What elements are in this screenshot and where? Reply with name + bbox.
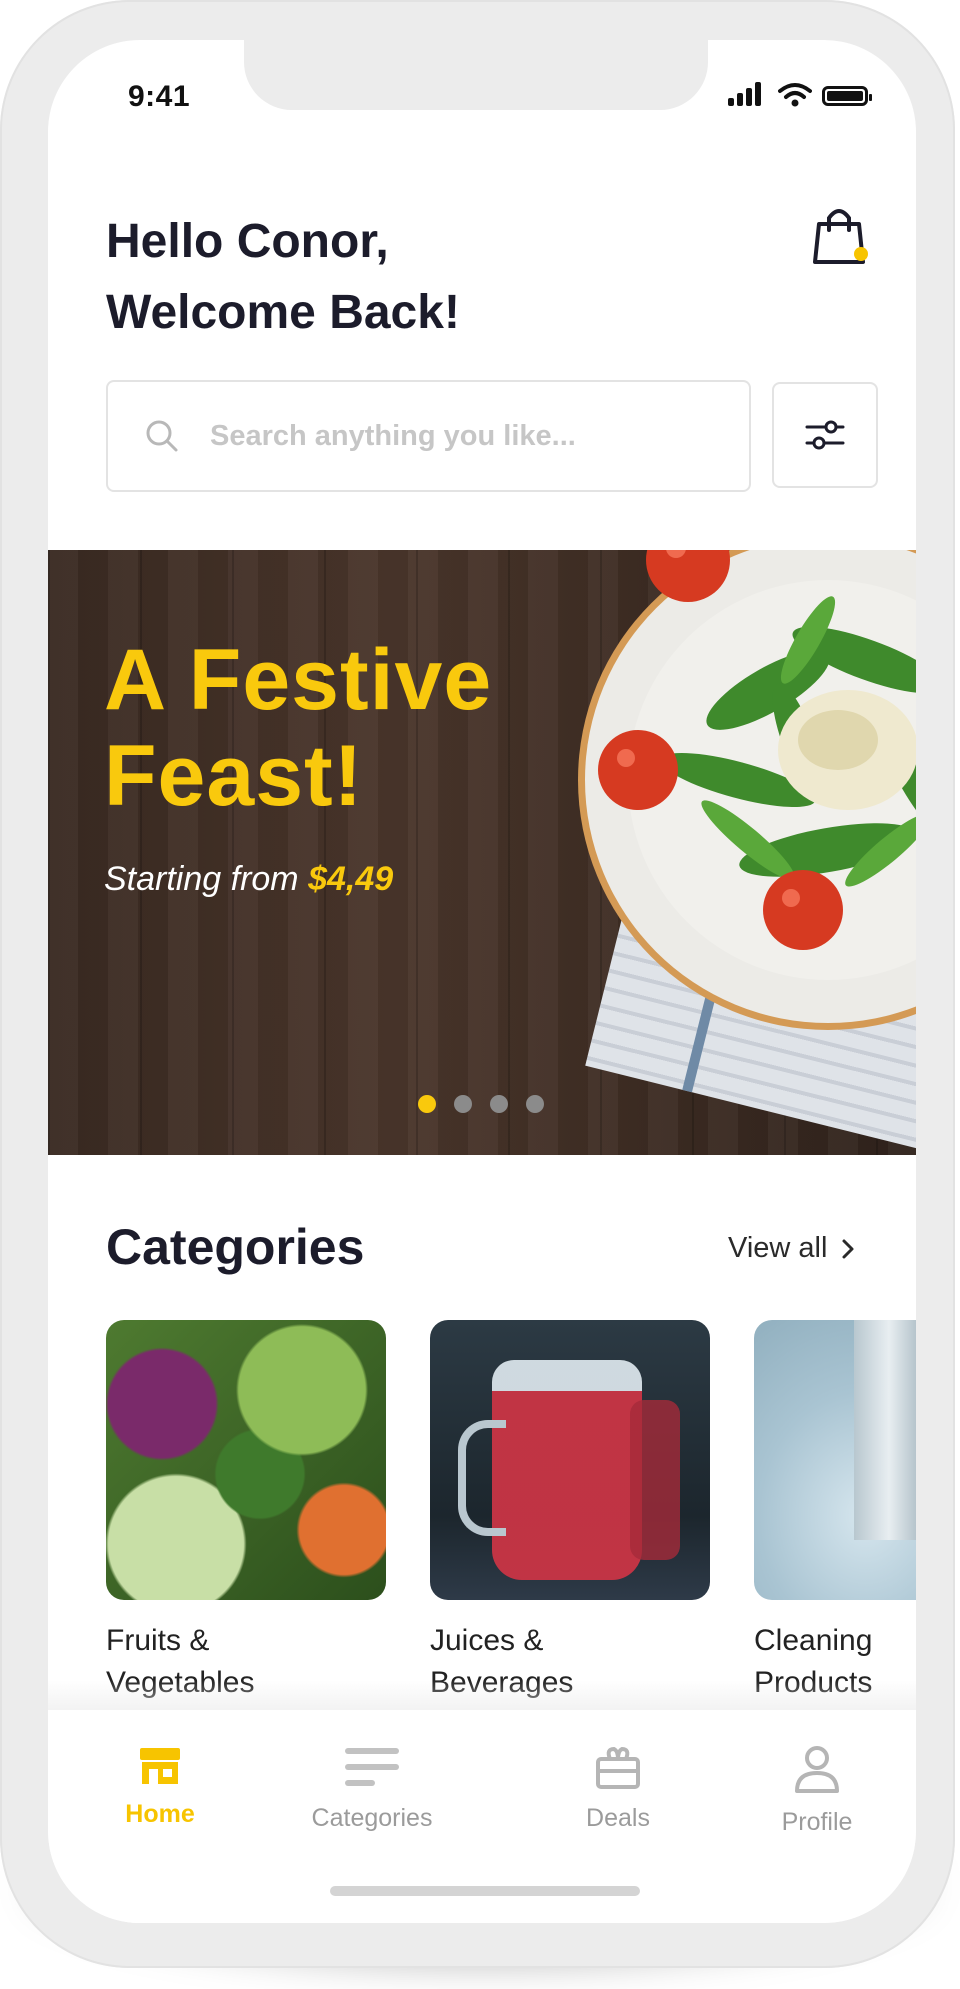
tab-deals-label: Deals (586, 1804, 650, 1832)
tab-profile-label: Profile (781, 1808, 853, 1836)
search-input[interactable] (208, 418, 692, 454)
phone-frame: 9:41 Hello Conor, Welcome Back! Search a… (0, 0, 955, 1968)
user-icon (795, 1746, 839, 1793)
category-label-line-1: Cleaning (754, 1624, 873, 1657)
view-all-label: View all (728, 1232, 828, 1264)
banner-title-line-2: Feast! (104, 728, 364, 824)
search-bar[interactable] (106, 380, 751, 492)
banner-title: A Festive Feast! (104, 632, 492, 824)
sliders-icon (805, 420, 845, 450)
carousel-dot-3[interactable] (490, 1095, 508, 1113)
chevron-right-icon (842, 1239, 854, 1258)
cart-badge (854, 247, 868, 261)
tab-categories[interactable]: Categories (292, 1745, 452, 1833)
signal-icon (728, 82, 768, 108)
cleaning-products-image (754, 1320, 916, 1600)
list-icon (345, 1748, 399, 1786)
banner-price: $4,49 (308, 860, 394, 898)
tab-home-label: Home (125, 1800, 195, 1828)
promo-banner[interactable]: A Festive Feast! Starting from $4,49 (48, 550, 916, 1155)
category-card-juices-beverages[interactable]: Juices & Beverages (430, 1320, 710, 1704)
carousel-dots (418, 1095, 544, 1113)
categories-title: Categories (106, 1219, 365, 1275)
salad-plate-image (578, 550, 916, 1030)
greeting: Hello Conor, Welcome Back! (106, 206, 460, 348)
greeting-line-1: Hello Conor, (106, 215, 389, 268)
carousel-dot-2[interactable] (454, 1095, 472, 1113)
carousel-dot-4[interactable] (526, 1095, 544, 1113)
shopping-bag-icon (813, 209, 865, 264)
carousel-dot-1[interactable] (418, 1095, 436, 1113)
banner-title-line-1: A Festive (104, 632, 493, 728)
banner-subtitle: Starting from $4,49 (104, 860, 393, 899)
tab-home[interactable]: Home (100, 1745, 220, 1829)
battery-icon (822, 86, 872, 106)
juices-beverages-image (430, 1320, 710, 1600)
notch (244, 40, 708, 110)
view-all-link[interactable]: View all (728, 1232, 855, 1265)
status-time: 9:41 (128, 80, 191, 113)
tab-profile[interactable]: Profile (762, 1745, 872, 1837)
app-screen: 9:41 Hello Conor, Welcome Back! Search a… (48, 40, 916, 1923)
tab-deals[interactable]: Deals (568, 1745, 668, 1833)
category-label-line-1: Juices & (430, 1624, 544, 1657)
search-icon (146, 420, 178, 452)
home-indicator[interactable] (330, 1886, 640, 1896)
greeting-line-2: Welcome Back! (106, 286, 460, 339)
category-card-cleaning-products[interactable]: Cleaning Products (754, 1320, 916, 1704)
tab-categories-label: Categories (311, 1804, 433, 1832)
cart-button[interactable] (803, 200, 875, 272)
wifi-icon (778, 83, 812, 107)
fruits-vegetables-image (106, 1320, 386, 1600)
status-icons (728, 82, 878, 112)
filter-button[interactable] (772, 382, 878, 488)
category-label-line-1: Fruits & (106, 1624, 210, 1657)
gift-icon (596, 1746, 640, 1789)
store-icon (140, 1748, 180, 1784)
banner-subtitle-text: Starting from (104, 860, 299, 898)
category-card-fruits-vegetables[interactable]: Fruits & Vegetables (106, 1320, 386, 1704)
